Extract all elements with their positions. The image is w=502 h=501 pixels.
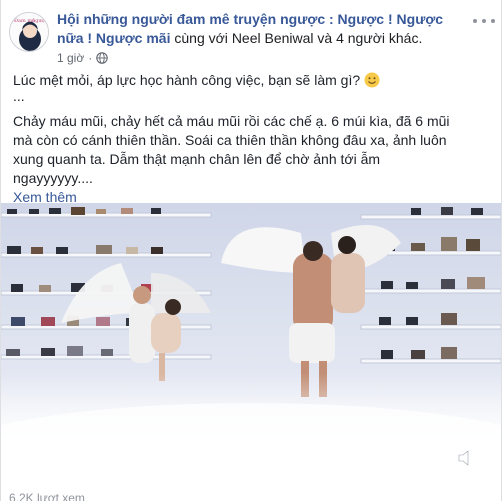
post-paragraph: Chảy máu mũi, chảy hết cả máu mũi rồi cá… xyxy=(13,113,450,186)
video-player[interactable] xyxy=(1,203,501,487)
dot xyxy=(473,19,477,23)
dot xyxy=(482,19,486,23)
post-header: Đam mê ngược Hội những người đam mê truy… xyxy=(9,10,495,66)
globe-icon[interactable] xyxy=(96,52,108,64)
timestamp[interactable]: 1 giờ xyxy=(57,50,84,66)
video-thumbnail xyxy=(1,203,501,487)
post-ellipsis: ... xyxy=(13,88,25,104)
and-others-link[interactable]: và 4 người khác. xyxy=(314,30,422,46)
tagged-person-link[interactable]: Neel Beniwal xyxy=(232,30,314,46)
post-body: Lúc mệt mỏi, áp lực học hành công việc, … xyxy=(13,71,491,207)
view-count: 6,2K lượt xem xyxy=(9,491,85,501)
group-name-line1[interactable]: Hội những người đam mê truyện ngược : Ng… xyxy=(57,11,443,27)
feed-post: Đam mê ngược Hội những người đam mê truy… xyxy=(0,0,502,501)
more-options-icon[interactable] xyxy=(473,14,495,28)
dot xyxy=(491,19,495,23)
post-first-line: Lúc mệt mỏi, áp lực học hành công việc, … xyxy=(13,71,491,90)
group-avatar[interactable]: Đam mê ngược xyxy=(9,12,49,52)
svg-text:ngược: ngược xyxy=(32,18,48,24)
post-question: Lúc mệt mỏi, áp lực học hành công việc, … xyxy=(13,72,361,88)
volume-icon[interactable] xyxy=(457,448,479,468)
meta-separator: · xyxy=(88,51,93,65)
smile-icon xyxy=(364,72,380,88)
post-title: Hội những người đam mê truyện ngược : Ng… xyxy=(57,10,457,48)
with-text: cùng với xyxy=(174,30,232,46)
group-name-line2[interactable]: nữa ! Ngược mãi xyxy=(57,30,170,46)
post-meta: 1 giờ · xyxy=(57,50,108,66)
